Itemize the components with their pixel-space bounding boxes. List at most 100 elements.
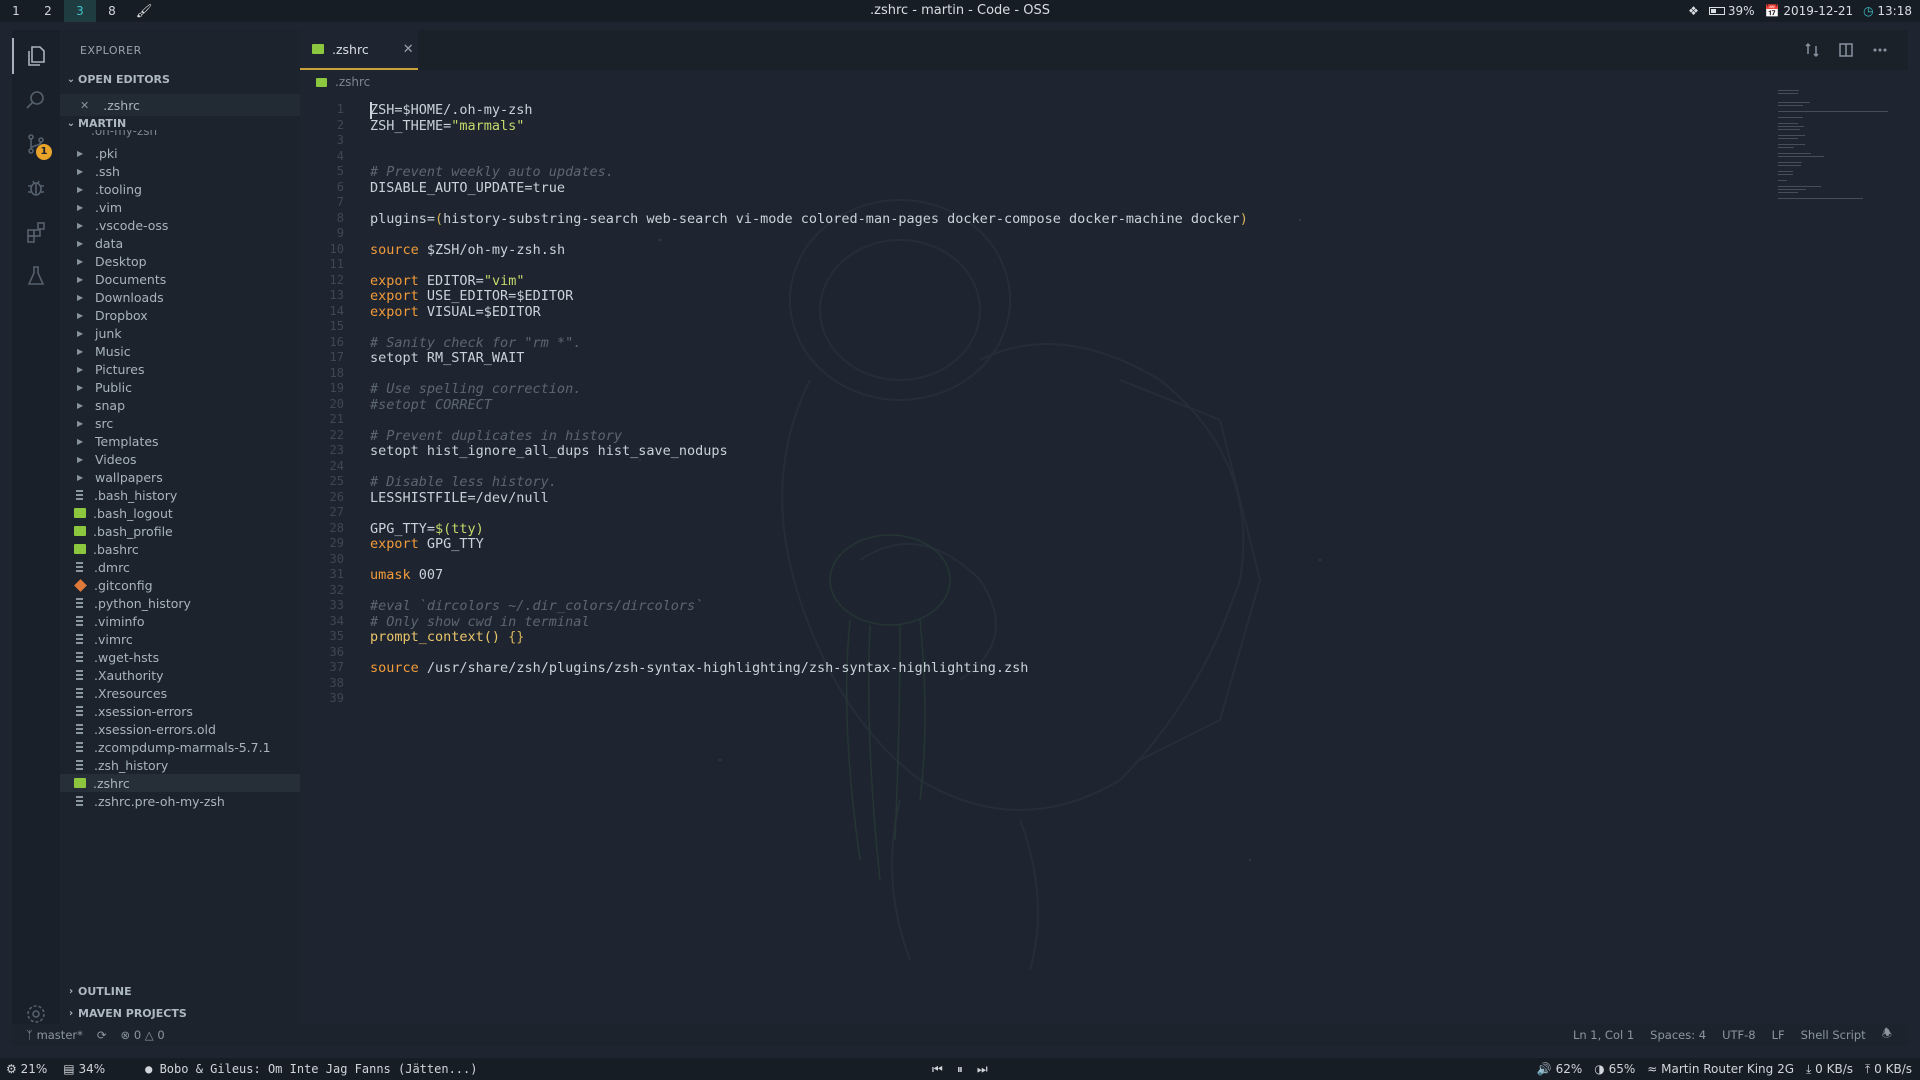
tree-folder[interactable]: ▶ Documents — [60, 270, 300, 288]
tree-file[interactable]: .zshrc — [60, 774, 300, 792]
tree-folder[interactable]: ▶ Videos — [60, 450, 300, 468]
tree-file[interactable]: .bash_history — [60, 486, 300, 504]
tree-file[interactable]: .zsh_history — [60, 756, 300, 774]
code-line[interactable]: DISABLE_AUTO_UPDATE=true — [370, 180, 565, 196]
tree-folder[interactable]: ▶ Downloads — [60, 288, 300, 306]
previous-track-icon[interactable]: ⏮ — [932, 1062, 943, 1077]
tree-folder[interactable]: ▶ wallpapers — [60, 468, 300, 486]
now-playing[interactable]: ● Bobo & Gileus: Om Inte Jag Fanns (Jätt… — [145, 1062, 477, 1076]
tree-folder[interactable]: ▶ Music — [60, 342, 300, 360]
cursor-position[interactable]: Ln 1, Col 1 — [1573, 1028, 1634, 1042]
tree-folder[interactable]: ▶ .vim — [60, 198, 300, 216]
code-line[interactable]: prompt_context() {} — [370, 629, 524, 645]
tree-file[interactable]: .xsession-errors.old — [60, 720, 300, 738]
debug-icon[interactable] — [12, 166, 60, 210]
brightness-indicator[interactable]: ◑ 65% — [1594, 1062, 1635, 1076]
minimap[interactable] — [1778, 90, 1888, 199]
code-line[interactable]: plugins=(history-substring-search web-se… — [370, 211, 1248, 227]
code-line[interactable]: ZSH_THEME="marmals" — [370, 118, 524, 134]
code-line[interactable]: # Sanity check for "rm *". — [370, 335, 581, 351]
wifi-indicator[interactable]: ≈ Martin Router King 2G — [1647, 1062, 1794, 1076]
encoding[interactable]: UTF-8 — [1722, 1028, 1756, 1042]
open-editors-header[interactable]: ⌄ OPEN EDITORS — [64, 70, 170, 88]
code-line[interactable]: ZSH=$HOME/.oh-my-zsh — [370, 102, 533, 118]
code-line[interactable]: export VISUAL=$EDITOR — [370, 304, 541, 320]
close-icon[interactable]: ✕ — [403, 42, 414, 57]
code-line[interactable]: source $ZSH/oh-my-zsh.sh — [370, 242, 565, 258]
tree-file[interactable]: .python_history — [60, 594, 300, 612]
code-line[interactable]: # Prevent duplicates in history — [370, 428, 622, 444]
code-line[interactable]: setopt RM_STAR_WAIT — [370, 350, 524, 366]
code-line[interactable]: setopt hist_ignore_all_dups hist_save_no… — [370, 443, 728, 459]
tree-folder[interactable]: ▶ Pictures — [60, 360, 300, 378]
tree-file[interactable]: .bash_logout — [60, 504, 300, 522]
code-line[interactable]: LESSHISTFILE=/dev/null — [370, 490, 549, 506]
pause-icon[interactable]: ⏸ — [957, 1062, 963, 1077]
paintbrush-icon[interactable]: 🖌 — [128, 4, 160, 19]
flask-icon[interactable] — [12, 254, 60, 298]
tree-folder[interactable]: ▶ Public — [60, 378, 300, 396]
tree-folder[interactable]: ▶ .vscode-oss — [60, 216, 300, 234]
branch-indicator[interactable]: ᛉ master* — [26, 1028, 83, 1042]
code-line[interactable]: # Only show cwd in terminal — [370, 614, 589, 630]
tree-file[interactable]: .Xresources — [60, 684, 300, 702]
tree-folder[interactable]: ▶ .ssh — [60, 162, 300, 180]
tree-file[interactable]: .zcompdump-marmals-5.7.1 — [60, 738, 300, 756]
problems-indicator[interactable]: ⊗ 0 △ 0 — [121, 1028, 165, 1042]
workspace-3[interactable]: 3 — [64, 0, 96, 22]
code-line[interactable]: #setopt CORRECT — [370, 397, 492, 413]
split-editor-icon[interactable] — [1838, 42, 1854, 61]
indentation[interactable]: Spaces: 4 — [1650, 1028, 1706, 1042]
tree-folder[interactable]: ▶ snap — [60, 396, 300, 414]
tree-file[interactable]: .bash_profile — [60, 522, 300, 540]
maven-projects-header[interactable]: › MAVEN PROJECTS — [64, 1004, 187, 1022]
tree-folder[interactable]: ▶ data — [60, 234, 300, 252]
code-line[interactable]: source /usr/share/zsh/plugins/zsh-syntax… — [370, 660, 1028, 676]
code-line[interactable]: export GPG_TTY — [370, 536, 484, 552]
tree-file[interactable]: .viminfo — [60, 612, 300, 630]
tree-folder[interactable]: ▶ Templates — [60, 432, 300, 450]
volume-indicator[interactable]: 🔊 62% — [1537, 1062, 1582, 1076]
notification-bell-icon[interactable]: 🕭 — [1882, 1026, 1892, 1045]
tree-file[interactable]: .bashrc — [60, 540, 300, 558]
extensions-icon[interactable] — [12, 210, 60, 254]
next-track-icon[interactable]: ⏭ — [977, 1062, 988, 1077]
code-line[interactable]: export EDITOR="vim" — [370, 273, 524, 289]
open-changes-icon[interactable] — [1804, 42, 1820, 61]
workspace-2[interactable]: 2 — [32, 0, 64, 22]
breadcrumb[interactable]: .zshrc — [316, 72, 370, 92]
tab-zshrc[interactable]: .zshrc ✕ — [300, 30, 418, 70]
tree-file[interactable]: .Xauthority — [60, 666, 300, 684]
tree-file[interactable]: .dmrc — [60, 558, 300, 576]
line-ending[interactable]: LF — [1772, 1028, 1785, 1042]
dropbox-icon[interactable]: ❖ — [1688, 4, 1699, 18]
language-mode[interactable]: Shell Script — [1801, 1028, 1866, 1042]
source-control-icon[interactable]: 1 — [12, 122, 60, 166]
tree-folder[interactable]: ▶ Desktop — [60, 252, 300, 270]
code-line[interactable]: # Use spelling correction. — [370, 381, 581, 397]
explorer-icon[interactable] — [12, 34, 60, 78]
tree-folder[interactable]: ▶ .tooling — [60, 180, 300, 198]
code-line[interactable]: # Disable less history. — [370, 474, 557, 490]
code-line[interactable]: # Prevent weekly auto updates. — [370, 164, 614, 180]
workspace-8[interactable]: 8 — [96, 0, 128, 22]
workspace-1[interactable]: 1 — [0, 0, 32, 22]
tree-folder[interactable]: ▶ .pki — [60, 144, 300, 162]
search-icon[interactable] — [12, 78, 60, 122]
tree-file[interactable]: .vimrc — [60, 630, 300, 648]
open-editor-item[interactable]: ✕ .zshrc — [60, 94, 300, 116]
tree-folder[interactable]: ▶ src — [60, 414, 300, 432]
outline-header[interactable]: › OUTLINE — [64, 982, 132, 1000]
code-line[interactable]: #eval `dircolors ~/.dir_colors/dircolors… — [370, 598, 703, 614]
code-line[interactable]: umask 007 — [370, 567, 443, 583]
tree-folder[interactable]: ▶ junk — [60, 324, 300, 342]
code-line[interactable]: GPG_TTY=$(tty) — [370, 521, 484, 537]
tree-file[interactable]: .zshrc.pre-oh-my-zsh — [60, 792, 300, 810]
more-actions-icon[interactable] — [1872, 42, 1888, 61]
code-line[interactable]: export USE_EDITOR=$EDITOR — [370, 288, 573, 304]
sync-icon[interactable]: ⟳ — [97, 1028, 107, 1042]
tree-file[interactable]: .gitconfig — [60, 576, 300, 594]
close-icon[interactable]: ✕ — [80, 99, 89, 112]
tree-file[interactable]: .wget-hsts — [60, 648, 300, 666]
tree-file[interactable]: .xsession-errors — [60, 702, 300, 720]
